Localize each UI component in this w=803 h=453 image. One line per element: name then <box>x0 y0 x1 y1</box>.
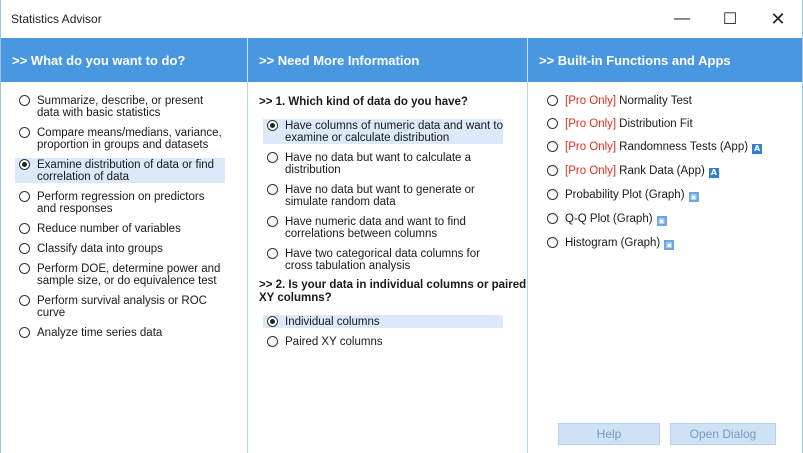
layout-option[interactable]: Individual columns <box>263 315 503 328</box>
question-data-layout: >> 2. Is your data in individual columns… <box>259 279 527 304</box>
task-option[interactable]: Classify data into groups <box>19 242 225 255</box>
data-kind-option[interactable]: Have no data but want to generate or sim… <box>267 183 507 208</box>
function-label: Normality Test <box>619 95 692 107</box>
task-option[interactable]: Examine distribution of data or find cor… <box>15 158 225 183</box>
graph-icon: ▣ <box>664 240 675 250</box>
radio-selected-icon <box>267 316 278 327</box>
radio-icon <box>267 216 278 227</box>
task-option[interactable]: Summarize, describe, or present data wit… <box>19 94 225 119</box>
function-label: Probability Plot (Graph) <box>565 189 685 201</box>
function-option[interactable]: Histogram (Graph) ▣ <box>547 236 802 250</box>
radio-icon <box>267 336 278 347</box>
data-kind-option[interactable]: Have columns of numeric data and want to… <box>263 119 503 144</box>
function-option[interactable]: [Pro Only] Randomness Tests (App) A <box>547 140 802 154</box>
function-option[interactable]: [Pro Only] Normality Test <box>547 94 802 107</box>
function-option[interactable]: Q-Q Plot (Graph) ▣ <box>547 212 802 226</box>
pro-only-tag: [Pro Only] <box>565 95 617 107</box>
open-dialog-button[interactable]: Open Dialog <box>670 423 776 445</box>
task-option[interactable]: Reduce number of variables <box>19 222 225 235</box>
header-info: >> Need More Information <box>248 38 528 82</box>
data-kind-option[interactable]: Have two categorical data columns for cr… <box>267 247 507 272</box>
help-button[interactable]: Help <box>558 423 660 445</box>
info-panel: >> 1. Which kind of data do you have? Ha… <box>248 82 528 453</box>
pro-only-tag: [Pro Only] <box>565 165 617 177</box>
task-list: Summarize, describe, or present data wit… <box>1 82 248 453</box>
function-label: Q-Q Plot (Graph) <box>565 213 653 225</box>
radio-icon <box>547 189 558 200</box>
function-option[interactable]: [Pro Only] Rank Data (App) A <box>547 164 802 178</box>
task-option[interactable]: Perform regression on predictors and res… <box>19 190 225 215</box>
radio-icon <box>547 118 558 129</box>
task-option[interactable]: Perform survival analysis or ROC curve <box>19 294 225 319</box>
radio-selected-icon <box>19 159 30 170</box>
data-kind-option[interactable]: Have numeric data and want to find corre… <box>267 215 507 240</box>
radio-icon <box>19 127 30 138</box>
data-kind-option[interactable]: Have no data but want to calculate a dis… <box>267 151 507 176</box>
app-icon: A <box>752 144 763 154</box>
radio-icon <box>547 165 558 176</box>
radio-icon <box>547 95 558 106</box>
window-title: Statistics Advisor <box>11 12 102 26</box>
radio-icon <box>547 237 558 248</box>
radio-icon <box>19 191 30 202</box>
pro-only-tag: [Pro Only] <box>565 141 617 153</box>
functions-panel: [Pro Only] Normality Test [Pro Only] Distr… <box>528 82 802 453</box>
function-option[interactable]: [Pro Only] Distribution Fit <box>547 117 802 130</box>
task-option[interactable]: Analyze time series data <box>19 326 225 339</box>
radio-icon <box>19 327 30 338</box>
radio-icon <box>19 95 30 106</box>
graph-icon: ▣ <box>688 192 699 202</box>
radio-icon <box>19 295 30 306</box>
app-icon: A <box>708 168 719 178</box>
radio-icon <box>19 223 30 234</box>
statistics-advisor-window: Statistics Advisor — ☐ ✕ >> What do you … <box>0 0 803 453</box>
header-what: >> What do you want to do? <box>1 38 248 82</box>
layout-option[interactable]: Paired XY columns <box>267 335 507 348</box>
function-label: Randomness Tests (App) <box>619 141 749 153</box>
maximize-button[interactable]: ☐ <box>706 0 754 38</box>
function-label: Rank Data (App) <box>619 165 705 177</box>
function-label: Distribution Fit <box>619 118 693 130</box>
function-label: Histogram (Graph) <box>565 237 661 249</box>
radio-icon <box>267 152 278 163</box>
column-headers: >> What do you want to do? >> Need More … <box>1 38 802 82</box>
pro-only-tag: [Pro Only] <box>565 118 617 130</box>
radio-icon <box>267 248 278 259</box>
minimize-button[interactable]: — <box>658 0 706 38</box>
radio-icon <box>267 184 278 195</box>
question-data-kind: >> 1. Which kind of data do you have? <box>259 96 468 108</box>
title-bar: Statistics Advisor — ☐ ✕ <box>1 0 802 38</box>
radio-icon <box>19 263 30 274</box>
radio-icon <box>547 213 558 224</box>
radio-icon <box>19 243 30 254</box>
close-button[interactable]: ✕ <box>754 0 802 38</box>
task-option[interactable]: Compare means/medians, variance, proport… <box>19 126 225 151</box>
header-builtin: >> Built-in Functions and Apps <box>539 52 731 68</box>
radio-icon <box>547 141 558 152</box>
graph-icon: ▣ <box>656 216 667 226</box>
radio-selected-icon <box>267 120 278 131</box>
function-option[interactable]: Probability Plot (Graph) ▣ <box>547 188 802 202</box>
task-option[interactable]: Perform DOE, determine power and sample … <box>19 262 225 287</box>
